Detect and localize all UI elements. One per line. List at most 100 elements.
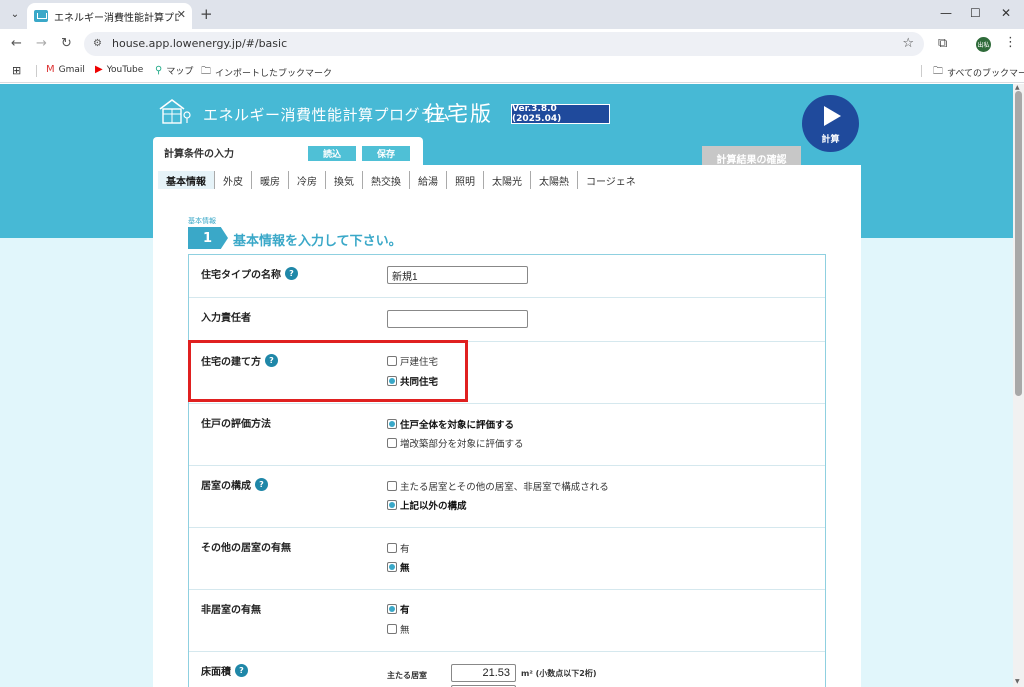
bookmarks-bar: ⊞ M Gmail ▶ YouTube ⚲ マップ 🗀 インポートしたブックマーク 🗀 す… xyxy=(0,59,1024,83)
browser-toolbar: ← → ↻ ⚙ house.app.lowenergy.jp/#/basic ☆ xyxy=(0,29,1024,59)
tab-cogeneration[interactable]: コージェネ xyxy=(578,171,644,189)
close-tab-icon[interactable]: ✕ xyxy=(177,8,186,21)
option-other-configuration[interactable]: 上記以外の構成 xyxy=(387,498,467,512)
main-room-area-input[interactable] xyxy=(451,664,516,682)
tab-ventilation[interactable]: 換気 xyxy=(326,171,363,189)
bookmark-label: インポートしたブックマーク xyxy=(215,69,333,79)
tab-solar-pv[interactable]: 太陽光 xyxy=(484,171,531,189)
bookmark-label: マップ xyxy=(166,67,194,77)
site-info-icon[interactable]: ⚙ xyxy=(93,38,102,49)
scroll-thumb[interactable] xyxy=(1015,91,1022,396)
radio-box[interactable] xyxy=(387,500,397,510)
field-label: その他の居室の有無 xyxy=(201,539,291,554)
back-arrow-icon[interactable]: ← xyxy=(11,36,22,51)
label-text: 住宅タイプの名称 xyxy=(201,270,281,281)
option-label: 無 xyxy=(400,625,410,636)
basic-info-form: 住宅タイプの名称? 入力責任者 住宅の建て方? 戸建住宅 共同住宅 住戸の評価方… xyxy=(188,254,826,687)
address-bar[interactable]: ⚙ house.app.lowenergy.jp/#/basic ☆ xyxy=(84,32,924,56)
radio-box[interactable] xyxy=(387,604,397,614)
tab-search-chevron-icon[interactable]: ⌄ xyxy=(6,5,24,23)
option-other-rooms-yes[interactable]: 有 xyxy=(387,541,410,555)
bookmark-gmail[interactable]: M Gmail xyxy=(46,64,85,75)
help-icon[interactable]: ? xyxy=(255,478,268,491)
label-text: 居室の構成 xyxy=(201,481,251,492)
option-whole-unit[interactable]: 住戸全体を対象に評価する xyxy=(387,417,514,431)
option-label: 無 xyxy=(400,563,410,574)
map-pin-icon: ⚲ xyxy=(155,65,163,76)
reload-icon[interactable]: ↻ xyxy=(61,36,72,51)
app-title-edition: 住宅版 xyxy=(424,102,493,126)
field-label: 住戸の評価方法 xyxy=(201,415,271,430)
tab-basic-info[interactable]: 基本情報 xyxy=(158,171,215,189)
all-bookmarks-folder[interactable]: 🗀 すべてのブックマーク xyxy=(933,64,1024,81)
form-row-floor-area: 床面積? 主たる居室 m² (小数点以下2桁) xyxy=(189,652,825,687)
radio-box[interactable] xyxy=(387,624,397,634)
tab-hot-water[interactable]: 給湯 xyxy=(410,171,447,189)
profile-avatar[interactable]: 出私 xyxy=(976,37,991,52)
load-button[interactable]: 読込 xyxy=(308,146,356,161)
site-favicon-icon xyxy=(34,10,48,22)
house-logo-icon xyxy=(159,99,191,124)
option-extension-part[interactable]: 増改築部分を対象に評価する xyxy=(387,436,524,450)
field-label: 住宅タイプの名称? xyxy=(201,266,298,281)
all-bookmarks-label: すべてのブックマーク xyxy=(947,69,1024,79)
calculate-button[interactable]: 計算 xyxy=(802,95,859,152)
radio-box[interactable] xyxy=(387,481,397,491)
extensions-icon[interactable]: ⧉ xyxy=(938,36,947,51)
scroll-down-arrow-icon[interactable]: ▼ xyxy=(1015,678,1020,685)
page-viewport: エネルギー消費性能計算プログラム 住宅版 Ver.3.8.0 (2025.04)… xyxy=(0,84,1013,687)
option-label: 上記以外の構成 xyxy=(400,501,467,512)
option-label: 増改築部分を対象に評価する xyxy=(400,439,524,450)
step-category: 基本情報 xyxy=(188,217,216,225)
url-text[interactable]: house.app.lowenergy.jp/#/basic xyxy=(112,37,287,50)
tab-solar-thermal[interactable]: 太陽熱 xyxy=(531,171,578,189)
option-main-other-nonliving[interactable]: 主たる居室とその他の居室、非居室で構成される xyxy=(387,479,609,493)
form-row-evaluation-method: 住戸の評価方法 住戸全体を対象に評価する 増改築部分を対象に評価する xyxy=(189,404,825,466)
radio-box[interactable] xyxy=(387,419,397,429)
form-row-person: 入力責任者 xyxy=(189,298,825,342)
option-non-living-yes[interactable]: 有 xyxy=(387,602,410,616)
folder-icon: 🗀 xyxy=(201,66,211,77)
browser-menu-icon[interactable]: ⋮ xyxy=(1004,35,1017,50)
form-row-name: 住宅タイプの名称? xyxy=(189,255,825,298)
page-scrollbar[interactable]: ▲ ▼ xyxy=(1013,84,1024,687)
bookmark-maps[interactable]: ⚲ マップ xyxy=(155,64,193,77)
bookmark-imported-folder[interactable]: 🗀 インポートしたブックマーク xyxy=(201,64,332,81)
tab-envelope[interactable]: 外皮 xyxy=(215,171,252,189)
forward-arrow-icon[interactable]: → xyxy=(36,36,47,51)
section-tabs: 基本情報 外皮 暖房 冷房 換気 熱交換 給湯 照明 太陽光 太陽熱 コージェネ xyxy=(158,171,644,189)
browser-tab[interactable]: エネルギー消費性能計算プログラム ✕ xyxy=(27,3,192,29)
form-row-room-configuration: 居室の構成? 主たる居室とその他の居室、非居室で構成される 上記以外の構成 xyxy=(189,466,825,528)
bookmark-youtube[interactable]: ▶ YouTube xyxy=(95,64,143,75)
radio-box[interactable] xyxy=(387,562,397,572)
close-window-icon[interactable]: ✕ xyxy=(1001,6,1011,20)
bookmark-divider xyxy=(36,65,37,77)
minimize-icon[interactable]: — xyxy=(940,6,952,20)
step-number-badge: 1 xyxy=(188,227,228,249)
bookmark-star-icon[interactable]: ☆ xyxy=(902,36,914,51)
main-room-label: 主たる居室 xyxy=(387,671,427,680)
tab-cooling[interactable]: 冷房 xyxy=(289,171,326,189)
house-type-name-input[interactable] xyxy=(387,266,528,284)
tab-heating[interactable]: 暖房 xyxy=(252,171,289,189)
main-panel: 基本情報 外皮 暖房 冷房 換気 熱交換 給湯 照明 太陽光 太陽熱 コージェネ… xyxy=(153,165,861,687)
radio-box[interactable] xyxy=(387,438,397,448)
label-text: 住戸の評価方法 xyxy=(201,419,271,430)
label-text: 入力責任者 xyxy=(201,313,251,324)
responsible-person-input[interactable] xyxy=(387,310,528,328)
option-other-rooms-no[interactable]: 無 xyxy=(387,560,410,574)
new-tab-icon[interactable]: + xyxy=(200,5,213,23)
help-icon[interactable]: ? xyxy=(285,267,298,280)
save-button[interactable]: 保存 xyxy=(362,146,410,161)
radio-box[interactable] xyxy=(387,543,397,553)
help-icon[interactable]: ? xyxy=(235,664,248,677)
tab-lighting[interactable]: 照明 xyxy=(447,171,484,189)
scroll-up-arrow-icon[interactable]: ▲ xyxy=(1015,84,1020,91)
option-non-living-no[interactable]: 無 xyxy=(387,622,410,636)
version-badge: Ver.3.8.0 (2025.04) xyxy=(511,104,610,124)
apps-grid-icon[interactable]: ⊞ xyxy=(12,64,21,77)
maximize-icon[interactable]: ☐ xyxy=(970,6,981,20)
app-title: エネルギー消費性能計算プログラム xyxy=(203,106,451,124)
label-text: その他の居室の有無 xyxy=(201,543,291,554)
tab-heat-exchange[interactable]: 熱交換 xyxy=(363,171,410,189)
